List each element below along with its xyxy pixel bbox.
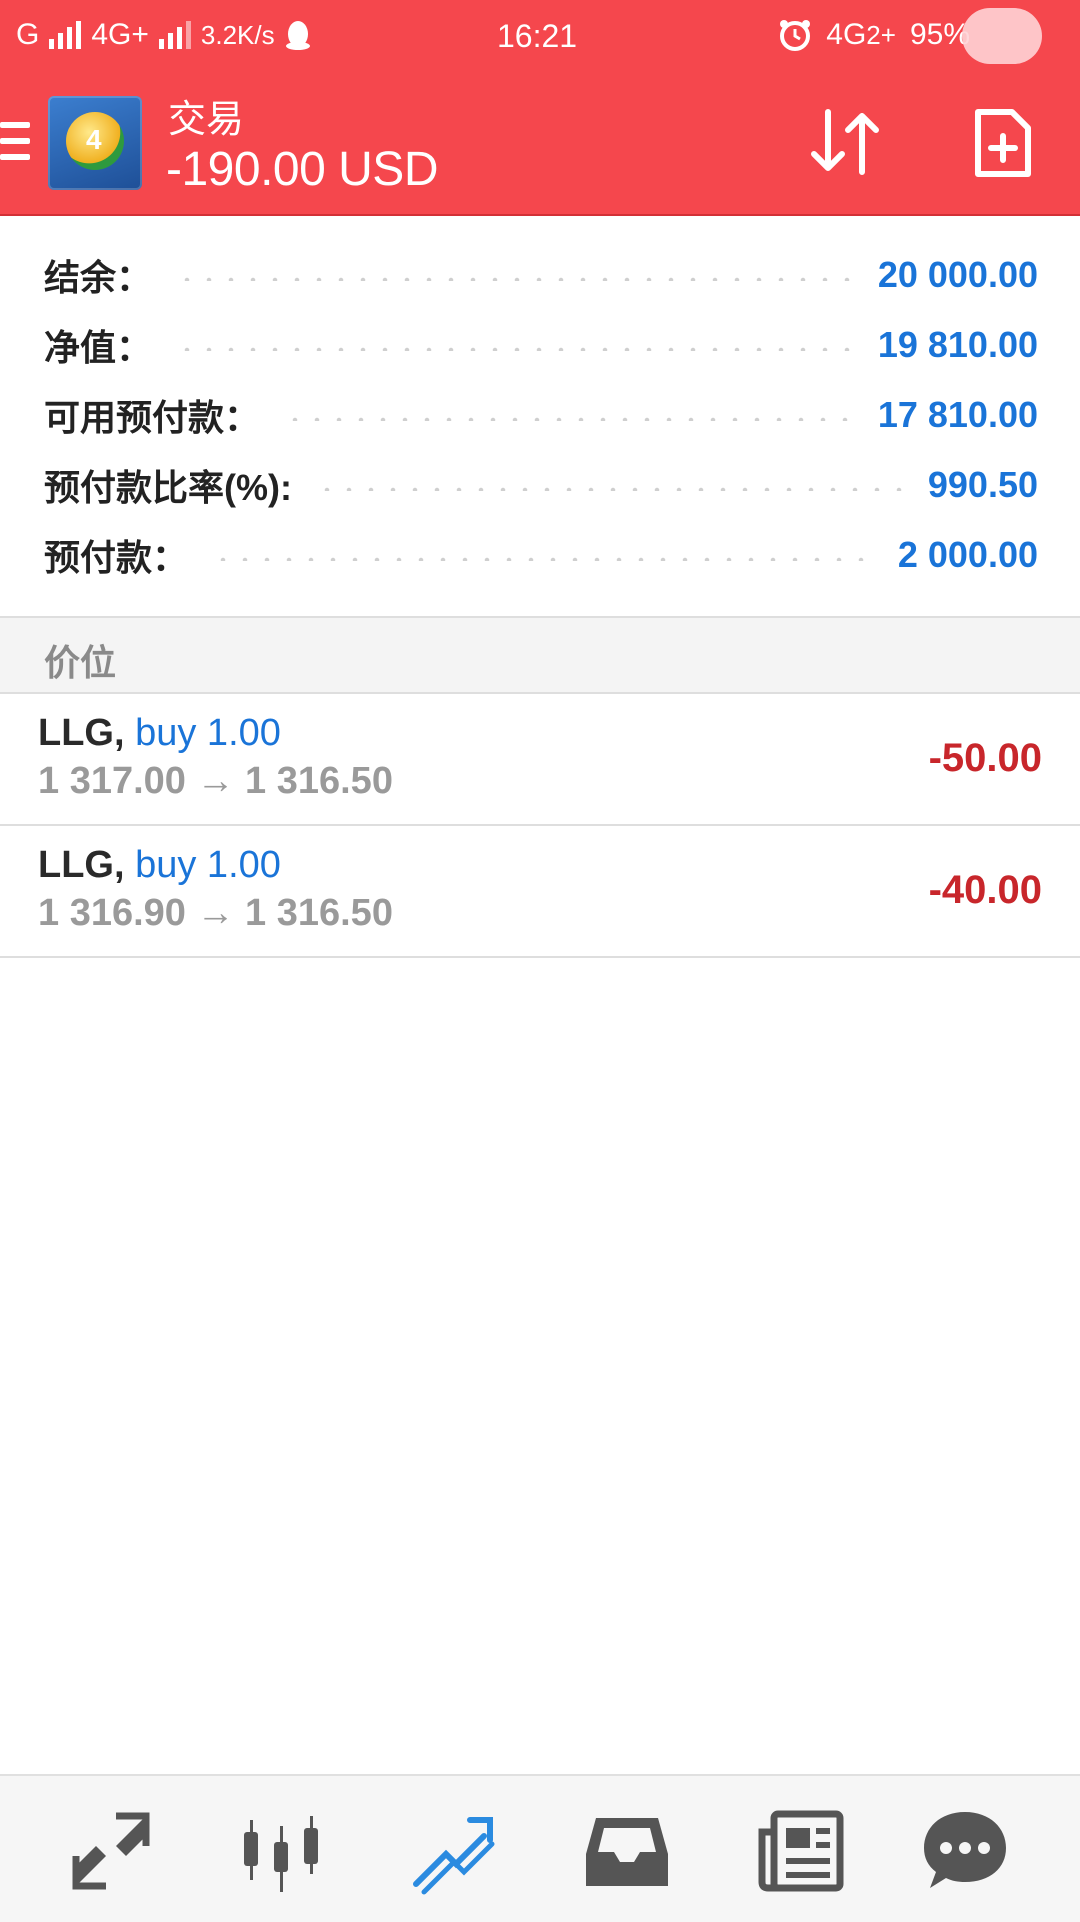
position-prices: 1 316.90 → 1 316.50 <box>38 892 393 934</box>
account-profit-total: -190.00 USD <box>166 143 438 196</box>
position-prices: 1 317.00 → 1 316.50 <box>38 760 393 802</box>
alarm-clock-icon <box>780 20 811 51</box>
dotted-leader <box>176 277 854 281</box>
chat-icon[interactable] <box>920 1806 1010 1896</box>
network-speed: 3.2K/s <box>200 19 275 50</box>
status-time: 16:21 <box>497 18 578 54</box>
positions-section-header: 价位 <box>0 618 1080 694</box>
summary-row-margin: 预付款： 2 000.00 <box>0 520 1080 590</box>
history-inbox-icon[interactable] <box>582 1806 672 1896</box>
sort-arrows-icon[interactable] <box>806 106 884 178</box>
account-summary: 结余： 20 000.00 净值： 19 810.00 可用预付款： 17 81… <box>0 240 1080 590</box>
position-row[interactable]: LLG, buy 1.00 1 317.00 → 1 316.50 -50.00 <box>0 694 1080 826</box>
dotted-leader <box>176 347 854 351</box>
position-profit: -40.00 <box>928 868 1042 912</box>
trade-icon[interactable] <box>408 1806 498 1896</box>
summary-label: 预付款比率(%): <box>44 467 292 508</box>
signal-bars-icon <box>49 21 82 49</box>
logo-number: 4 <box>86 124 102 155</box>
position-symbol-line: LLG, buy 1.00 <box>38 844 281 887</box>
summary-label: 预付款： <box>44 537 189 578</box>
pet-widget-icon <box>962 8 1042 64</box>
summary-value: 2 000.00 <box>897 534 1038 575</box>
position-side: buy 1.00 <box>135 844 281 886</box>
dotted-leader <box>212 557 874 561</box>
status-left: G 4G+ 3.2K/s <box>16 18 311 52</box>
positions-list: LLG, buy 1.00 1 317.00 → 1 316.50 -50.00… <box>0 694 1080 958</box>
position-symbol: LLG, <box>38 844 125 886</box>
app-logo[interactable]: 4 <box>48 96 142 190</box>
new-order-icon[interactable] <box>972 108 1034 178</box>
summary-label: 净值： <box>44 327 153 368</box>
network-type-right: 4G2+ <box>826 18 896 51</box>
summary-label: 结余： <box>44 257 153 298</box>
summary-row-margin-level: 预付款比率(%): 990.50 <box>0 450 1080 520</box>
carrier2: 4G+ <box>91 18 149 51</box>
battery-level: 95% <box>909 18 970 51</box>
status-right: 4G2+ 95% <box>778 18 970 52</box>
app-bar: 4 交易 -190.00 USD <box>0 72 1080 216</box>
quotes-icon[interactable] <box>66 1806 156 1896</box>
bottom-navigation <box>0 1774 1080 1922</box>
summary-value: 990.50 <box>927 464 1038 505</box>
summary-value: 19 810.00 <box>877 324 1038 365</box>
chart-candles-icon[interactable] <box>236 1806 326 1896</box>
summary-value: 17 810.00 <box>877 394 1038 435</box>
position-side: buy 1.00 <box>135 712 281 754</box>
position-symbol-line: LLG, buy 1.00 <box>38 712 281 755</box>
section-title: 价位 <box>44 642 117 683</box>
carrier1: G <box>16 18 40 51</box>
page-title: 交易 <box>168 99 245 141</box>
news-icon[interactable] <box>756 1806 846 1896</box>
position-row[interactable]: LLG, buy 1.00 1 316.90 → 1 316.50 -40.00 <box>0 826 1080 958</box>
hamburger-menu-icon[interactable] <box>0 122 30 164</box>
dotted-leader <box>315 487 904 491</box>
signal-bars-icon-2 <box>158 21 191 49</box>
summary-row-equity: 净值： 19 810.00 <box>0 310 1080 380</box>
summary-row-balance: 结余： 20 000.00 <box>0 240 1080 310</box>
position-profit: -50.00 <box>928 736 1042 780</box>
qq-penguin-icon <box>285 21 310 50</box>
status-bar: G 4G+ 3.2K/s 16:21 4G2+ 95% <box>0 0 1080 72</box>
summary-row-free-margin: 可用预付款： 17 810.00 <box>0 380 1080 450</box>
summary-label: 可用预付款： <box>44 397 261 438</box>
dotted-leader <box>284 417 854 421</box>
summary-value: 20 000.00 <box>877 254 1038 295</box>
position-symbol: LLG, <box>38 712 125 754</box>
